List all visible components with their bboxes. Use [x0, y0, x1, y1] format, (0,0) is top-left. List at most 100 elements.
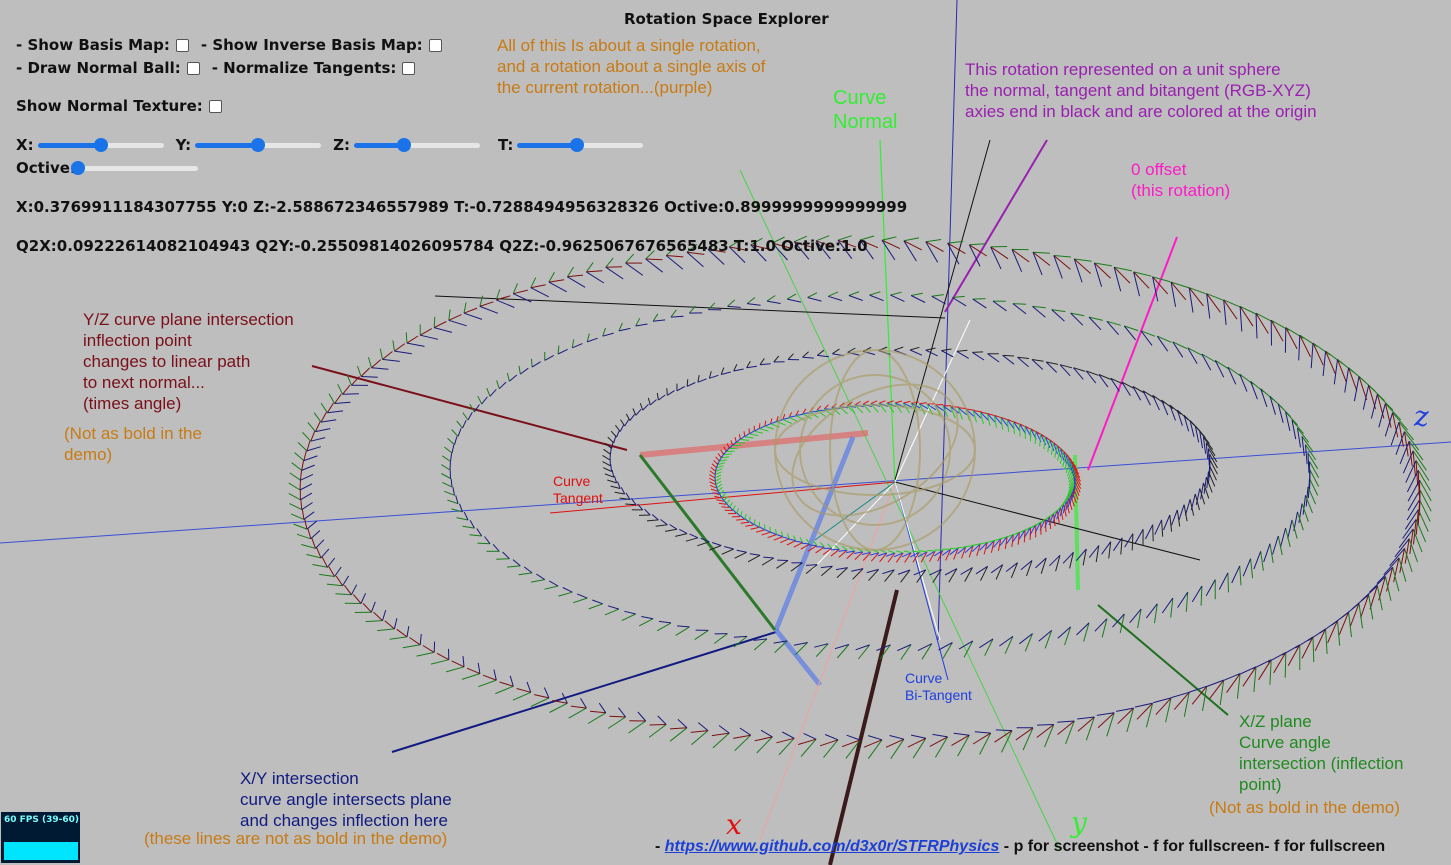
- outer-ring-tick: [691, 730, 709, 746]
- outer-ring-tick: [1298, 335, 1301, 361]
- square-ring-tick: [613, 435, 617, 443]
- square-ring-tick: [1152, 524, 1154, 542]
- middle-ring-tick: [869, 294, 884, 302]
- slider-row-xyzt: X: Y: Z: T:: [16, 136, 644, 154]
- z-slider-label: Z:: [333, 136, 351, 154]
- middle-ring-tick: [544, 354, 555, 361]
- outer-ring-tick: [303, 449, 307, 461]
- 3d-scene-canvas[interactable]: [0, 0, 1451, 865]
- inner-ring-tick: [758, 423, 761, 429]
- square-ring-tick: [685, 537, 699, 542]
- outer-ring-tick: [516, 688, 531, 693]
- outer-ring-tick: [609, 715, 626, 718]
- show-normal-texture-checkbox[interactable]: [208, 99, 222, 113]
- square-ring-tick: [642, 403, 649, 411]
- square-ring-tick: [1163, 514, 1171, 531]
- y-slider[interactable]: [195, 137, 322, 153]
- outer-ring-tick: [328, 393, 336, 404]
- square-ring-tick: [1209, 465, 1217, 481]
- octive-slider[interactable]: [70, 160, 198, 176]
- inner-ring-tick: [744, 513, 747, 520]
- middle-ring-tick: [562, 587, 573, 593]
- middle-ring-tick: [544, 585, 559, 590]
- middle-ring-tick: [592, 599, 603, 605]
- outer-ring-tick: [605, 257, 614, 268]
- outer-ring-tick: [334, 401, 351, 404]
- outer-ring-tick: [463, 302, 467, 314]
- middle-ring-tick: [1263, 543, 1271, 563]
- y-slider-label: Y:: [175, 136, 192, 154]
- footer-bar: - https://www.github.com/d3x0r/STFRPhysi…: [655, 838, 1385, 856]
- outer-ring-tick: [300, 473, 314, 481]
- inner-ring-tick: [709, 484, 717, 489]
- unit-sphere-note: This rotation represented on a unit sphe…: [965, 60, 1317, 121]
- inner-ring-tick: [740, 439, 750, 441]
- outer-ring-tick: [328, 566, 336, 577]
- middle-ring-tick: [621, 613, 636, 622]
- outer-ring-tick: [598, 702, 607, 714]
- square-ring-tick: [925, 349, 938, 357]
- outer-ring-tick: [371, 367, 389, 370]
- square-ring-tick: [1169, 514, 1173, 532]
- middle-ring-tick: [462, 419, 467, 429]
- outer-ring-tick: [649, 724, 667, 726]
- outer-ring-tick: [1183, 692, 1190, 717]
- outer-ring-tick: [419, 328, 433, 336]
- middle-ring-tick: [557, 348, 568, 355]
- inner-ring-tick: [721, 506, 730, 508]
- inner-ring-tick: [711, 463, 717, 469]
- middle-ring-tick: [656, 622, 672, 632]
- outer-ring-tick: [299, 483, 313, 491]
- inner-ring-tick: [770, 420, 778, 425]
- middle-ring-tick: [713, 633, 728, 644]
- normal-ball-sphere: [774, 349, 976, 551]
- outer-ring-tick: [448, 309, 451, 321]
- middle-ring-tick: [1012, 303, 1027, 305]
- black-pointer-2: [894, 139, 991, 481]
- outer-ring-tick: [379, 348, 383, 360]
- outer-ring-tick: [543, 687, 550, 699]
- show-basis-map-checkbox[interactable]: [175, 38, 189, 52]
- outer-ring-tick: [350, 584, 358, 595]
- normalize-tangents-checkbox[interactable]: [402, 61, 416, 75]
- square-ring-tick: [746, 360, 751, 368]
- fps-graph: [4, 842, 78, 860]
- middle-ring-tick: [1309, 469, 1320, 487]
- middle-ring-tick: [1200, 585, 1203, 606]
- middle-ring-tick: [677, 625, 690, 628]
- draw-normal-ball-checkbox[interactable]: [186, 61, 200, 75]
- inner-ring-tick: [820, 542, 825, 548]
- outer-ring-tick: [394, 343, 406, 352]
- curve-normal-line: [879, 139, 896, 486]
- outer-ring-tick: [665, 255, 684, 270]
- yz-bold-note: (Not as bold in the demo): [64, 424, 202, 464]
- outer-ring-tick: [392, 340, 395, 352]
- github-link[interactable]: https://www.github.com/d3x0r/STFRPhysics: [665, 838, 1000, 855]
- square-ring-tick: [604, 473, 614, 478]
- inner-ring-tick: [902, 400, 911, 404]
- outer-ring-tick: [605, 266, 624, 280]
- middle-ring-tick: [952, 297, 967, 307]
- outer-ring-tick: [382, 351, 393, 360]
- outer-ring-tick: [326, 402, 334, 413]
- outer-ring-tick: [1398, 422, 1404, 447]
- inner-ring-tick: [740, 511, 743, 517]
- t-slider[interactable]: [517, 137, 644, 153]
- middle-ring-tick: [911, 292, 923, 296]
- z-slider[interactable]: [354, 137, 481, 153]
- inner-ring-tick: [816, 405, 822, 411]
- middle-ring-tick: [727, 305, 741, 308]
- xy-bold-note: (these lines are not as bold in the demo…: [144, 829, 448, 848]
- middle-ring-tick: [462, 412, 469, 421]
- middle-ring-tick: [498, 381, 507, 390]
- inner-ring-tick: [911, 550, 920, 553]
- x-slider[interactable]: [37, 137, 164, 153]
- middle-ring-tick: [1309, 461, 1320, 478]
- outer-ring-tick: [493, 669, 497, 681]
- show-inverse-basis-map-checkbox[interactable]: [428, 38, 442, 52]
- inner-ring-tick: [1029, 527, 1032, 540]
- middle-ring-tick: [558, 591, 573, 597]
- outer-ring-tick: [368, 357, 372, 368]
- inner-ring-tick: [748, 516, 751, 523]
- middle-ring-tick: [518, 365, 521, 375]
